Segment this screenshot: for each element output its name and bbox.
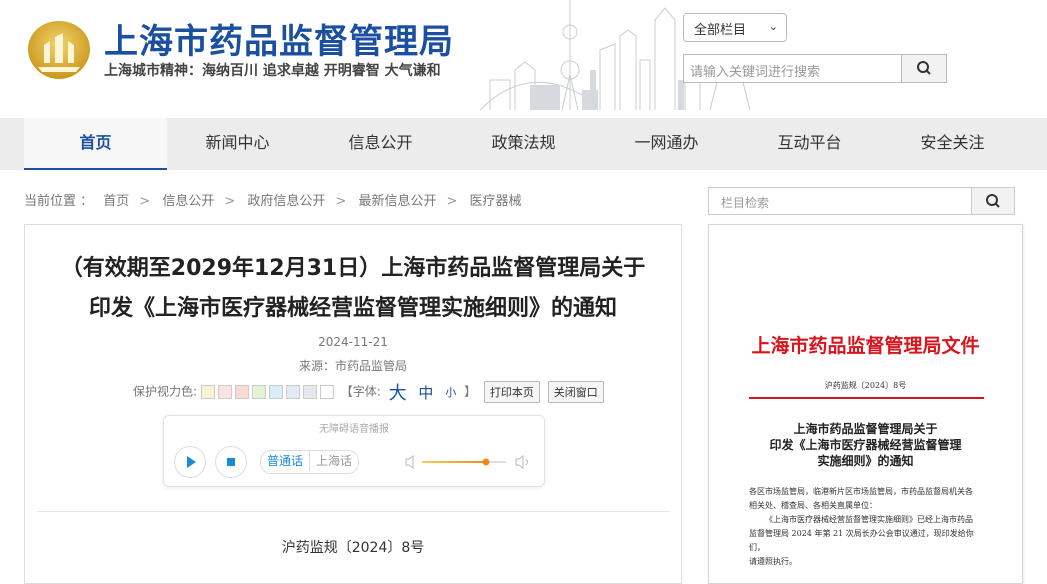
volume-high-icon: [515, 455, 524, 469]
document-preview-subject-line: 印发《上海市医疗器械经营监督管理: [769, 438, 962, 452]
document-preview-body: 各区市场监管局，临港新片区市场监管局，市药品监督局机关各 相关处、稽查局、各相关…: [749, 485, 989, 569]
document-preview-subject: 上海市药品监督管理局关于 印发《上海市医疗器械经营监督管理 实施细则》的通知: [709, 421, 1022, 469]
article-panel: （有效期至2029年12月31日）上海市药品监督管理局关于 印发《上海市医疗器械…: [24, 224, 682, 584]
chevron-down-icon: ⌄: [768, 20, 778, 33]
close-window-button[interactable]: 关闭窗口: [547, 381, 604, 403]
search-placeholder: 请输入关键词进行搜索: [690, 65, 821, 80]
audio-player: 无障碍语音播报 普通话 上海话: [163, 415, 545, 487]
nav-item-news[interactable]: 新闻中心: [166, 118, 309, 170]
document-preview-header: 上海市药品监督管理局文件: [751, 335, 980, 357]
document-preview-body-line: 相关处、稽查局、各相关直属单位：: [749, 501, 877, 510]
color-swatch[interactable]: [251, 385, 266, 399]
document-preview-subject-line: 实施细则》的通知: [817, 454, 914, 468]
article-title: （有效期至2029年12月31日）上海市药品监督管理局关于 印发《上海市医疗器械…: [25, 249, 681, 329]
breadcrumb-item[interactable]: 最新信息公开: [358, 194, 436, 209]
column-search-button[interactable]: [971, 187, 1015, 215]
search-icon: [986, 194, 1000, 208]
article-title-line: 印发《上海市医疗器械经营监督管理实施细则》的通知: [88, 296, 617, 321]
article-source: 来源：市药品监管局: [298, 359, 407, 373]
breadcrumb-separator: >: [139, 194, 151, 209]
nav-item-home[interactable]: 首页: [24, 118, 167, 170]
document-preview-body-line: 各区市场监管局，临港新片区市场监管局，市药品监督局机关各: [749, 487, 973, 496]
search-input[interactable]: 请输入关键词进行搜索: [683, 54, 902, 83]
color-swatch[interactable]: [234, 385, 249, 399]
category-select[interactable]: 全部栏目 ⌄: [683, 13, 787, 42]
breadcrumb-separator: >: [335, 194, 347, 209]
color-swatch[interactable]: [200, 385, 215, 399]
main-nav: 首页 新闻中心 信息公开 政策法规 一网通办 互动平台 安全关注: [0, 118, 1047, 170]
article-date: 2024-11-21: [318, 335, 388, 349]
document-preview-body-line: 《上海市医疗器械经营监督管理实施细则》已经上海市药品: [765, 515, 973, 524]
volume-low-icon: [405, 455, 414, 469]
site-title: 上海市药品监督管理局: [104, 22, 454, 62]
volume-slider[interactable]: [404, 454, 534, 470]
document-preview-image[interactable]: 上海市药品监督管理局文件 沪药监规〔2024〕8号 上海市药品监督管理局关于 印…: [708, 224, 1023, 584]
article-title-line: （有效期至2029年12月31日）上海市药品监督管理局关于: [60, 256, 646, 281]
stop-icon: [227, 458, 235, 466]
nav-item-services[interactable]: 一网通办: [595, 118, 738, 170]
column-search-placeholder: 栏目检索: [721, 196, 770, 210]
color-swatch[interactable]: [285, 385, 300, 399]
font-small-button[interactable]: 小: [445, 384, 456, 400]
player-label: 无障碍语音播报: [319, 424, 389, 435]
lang-mandarin-button[interactable]: 普通话: [261, 451, 309, 471]
reading-tools: 保护视力色: 【字体: 大 中 小 】 打印本页 关闭窗口: [133, 379, 604, 405]
color-swatch[interactable]: [217, 385, 232, 399]
breadcrumb-item[interactable]: 首页: [103, 194, 129, 209]
site-motto: 上海城市精神：海纳百川 追求卓越 开明睿智 大气谦和: [104, 63, 441, 79]
breadcrumb-item[interactable]: 医疗器械: [470, 194, 522, 209]
column-search-input[interactable]: 栏目检索: [708, 187, 972, 215]
nav-item-interaction[interactable]: 互动平台: [738, 118, 881, 170]
language-toggle: 普通话 上海话: [260, 450, 360, 474]
document-preview-number: 沪药监规〔2024〕8号: [824, 381, 907, 390]
font-medium-button[interactable]: 中: [418, 382, 433, 403]
volume-handle: [482, 458, 490, 466]
color-swatch[interactable]: [302, 385, 317, 399]
logo-icon[interactable]: [26, 19, 92, 81]
document-preview-subject-line: 上海市药品监督管理局关于: [793, 422, 938, 436]
eye-color-label: 保护视力色:: [133, 384, 198, 399]
stop-button[interactable]: [215, 446, 247, 478]
nav-item-policy[interactable]: 政策法规: [452, 118, 595, 170]
document-preview-red-line: [749, 397, 984, 399]
play-button[interactable]: [174, 446, 206, 478]
site-header: 上海市药品监督管理局 上海城市精神：海纳百川 追求卓越 开明睿智 大气谦和 全部…: [0, 0, 1047, 118]
breadcrumb-item[interactable]: 政府信息公开: [247, 194, 325, 209]
document-number: 沪药监规〔2024〕8号: [281, 540, 425, 556]
font-large-button[interactable]: 大: [389, 379, 407, 405]
breadcrumb-item[interactable]: 信息公开: [162, 194, 214, 209]
category-select-value: 全部栏目: [694, 23, 747, 38]
breadcrumb: 当前位置 ： 首页 > 信息公开 > 政府信息公开 > 最新信息公开 > 医疗器械: [24, 190, 528, 209]
color-swatch[interactable]: [268, 385, 283, 399]
nav-item-info[interactable]: 信息公开: [309, 118, 452, 170]
nav-item-safety[interactable]: 安全关注: [881, 118, 1024, 170]
breadcrumb-separator: >: [224, 194, 236, 209]
play-icon: [187, 456, 196, 468]
search-icon: [917, 61, 931, 75]
divider: [37, 511, 669, 512]
font-size-label: 【字体:: [340, 384, 381, 399]
font-size-bracket: 】: [464, 384, 477, 399]
color-swatch[interactable]: [319, 385, 334, 399]
lang-shanghai-button[interactable]: 上海话: [309, 451, 358, 471]
search-button[interactable]: [901, 54, 947, 83]
breadcrumb-separator: >: [446, 194, 458, 209]
document-preview-body-line: 监督管理局 2024 年第 21 次局长办公会审议通过，现印发给你们，: [749, 529, 974, 552]
breadcrumb-label: 当前位置 ：: [24, 194, 94, 209]
print-button[interactable]: 打印本页: [483, 381, 540, 403]
